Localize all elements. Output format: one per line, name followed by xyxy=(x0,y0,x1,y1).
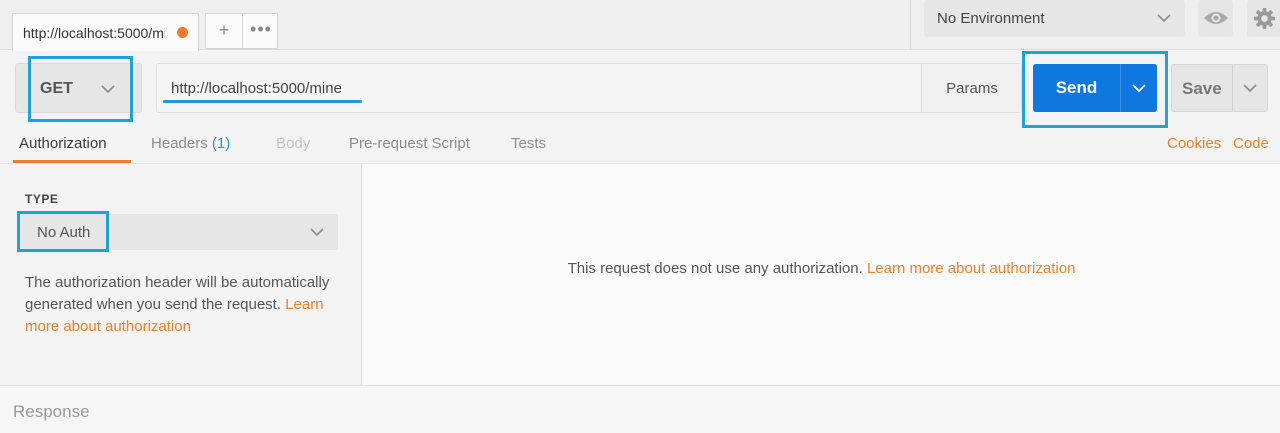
eye-icon xyxy=(1204,12,1228,24)
tab-prerequest-script[interactable]: Pre-request Script xyxy=(349,135,470,152)
params-button[interactable]: Params xyxy=(921,64,1021,112)
chevron-down-icon xyxy=(310,228,324,237)
save-button[interactable]: Save xyxy=(1171,64,1268,112)
tab-authorization[interactable]: Authorization xyxy=(19,135,107,152)
headers-count-badge: (1) xyxy=(211,135,231,152)
response-section: Response xyxy=(0,385,1280,433)
auth-info-text: This request does not use any authorizat… xyxy=(567,260,863,277)
response-heading: Response xyxy=(13,402,90,421)
method-highlight xyxy=(28,56,133,122)
auth-settings-panel: TYPE No Auth The authorization header wi… xyxy=(0,164,362,385)
plus-icon[interactable]: + xyxy=(206,20,242,41)
learn-more-link[interactable]: Learn more about authorization xyxy=(867,260,1075,277)
environment-select[interactable]: No Environment xyxy=(924,0,1185,37)
tab-bar: http://localhost:5000/mine + ••• No Envi… xyxy=(0,0,1280,51)
ellipsis-icon[interactable]: ••• xyxy=(243,19,279,40)
eye-button[interactable] xyxy=(1198,0,1233,37)
save-button-label: Save xyxy=(1182,79,1222,98)
tab-headers[interactable]: Headers (1) xyxy=(151,135,230,152)
send-highlight xyxy=(1022,51,1168,128)
url-underline xyxy=(163,100,362,103)
url-input-value: http://localhost:5000/mine xyxy=(171,80,342,97)
request-tab-label: http://localhost:5000/mine xyxy=(23,25,165,41)
tab-body[interactable]: Body xyxy=(276,135,310,152)
params-button-label: Params xyxy=(946,80,998,97)
unsaved-dot-icon xyxy=(177,27,188,38)
gear-icon xyxy=(1253,7,1276,30)
auth-type-highlight xyxy=(17,211,109,252)
url-input[interactable]: http://localhost:5000/mine Params xyxy=(156,63,1022,113)
chevron-down-icon[interactable] xyxy=(1242,82,1258,94)
auth-type-label: TYPE xyxy=(25,192,59,206)
settings-button[interactable] xyxy=(1247,0,1280,37)
request-tab[interactable]: http://localhost:5000/mine xyxy=(12,13,199,51)
auth-info-message: This request does not use any authorizat… xyxy=(363,260,1280,277)
code-link[interactable]: Code xyxy=(1233,135,1269,152)
chevron-down-icon xyxy=(1157,14,1171,23)
auth-description: The authorization header will be automat… xyxy=(25,272,345,338)
tab-headers-label: Headers xyxy=(151,135,208,152)
divider xyxy=(910,0,911,50)
cookies-link[interactable]: Cookies xyxy=(1167,135,1221,152)
auth-description-text: The authorization header will be automat… xyxy=(25,274,330,313)
environment-select-value: No Environment xyxy=(937,10,1045,27)
divider xyxy=(1232,65,1233,111)
auth-info-panel: This request does not use any authorizat… xyxy=(363,164,1280,385)
tab-tests[interactable]: Tests xyxy=(511,135,546,152)
tab-actions: + ••• xyxy=(205,13,278,49)
